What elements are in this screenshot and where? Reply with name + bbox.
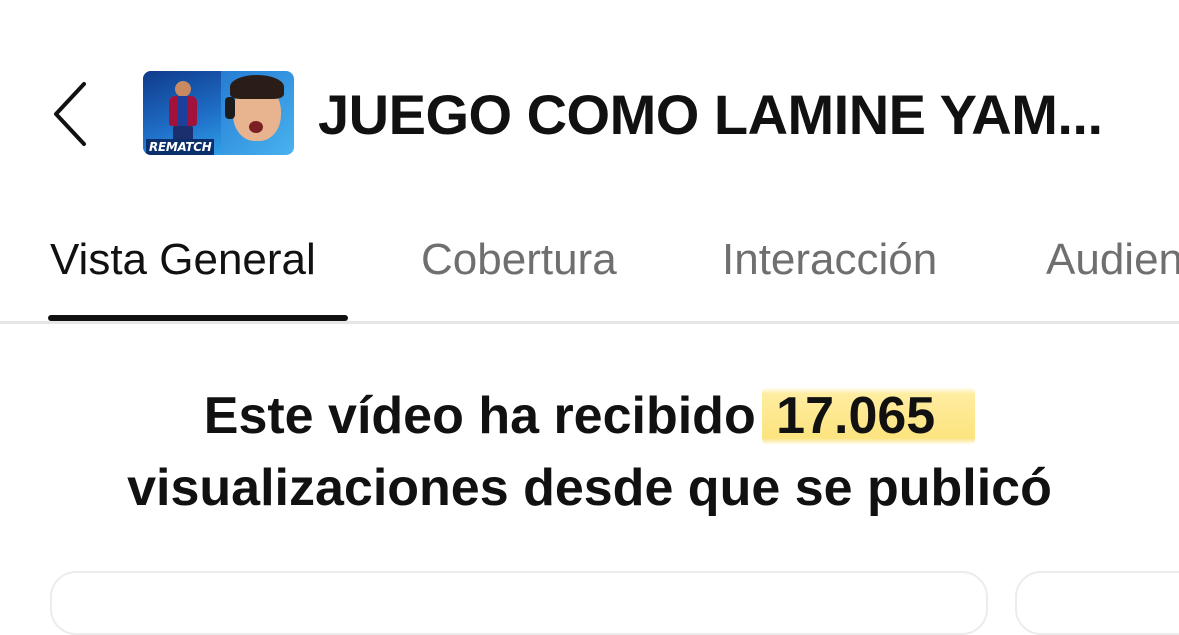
back-button[interactable] xyxy=(40,78,100,150)
thumbnail-logo-label: REMATCH xyxy=(146,139,215,155)
thumbnail-face-hair xyxy=(230,75,284,99)
video-title: JUEGO COMO LAMINE YAM... xyxy=(318,83,1103,146)
tab-bar: Vista General Cobertura Interacción Audi… xyxy=(0,200,1179,324)
tab-interaccion[interactable]: Interacción xyxy=(722,230,937,290)
summary-line-1: Este vídeo ha recibido 17.065 xyxy=(0,380,1179,452)
stats-card-next xyxy=(1015,571,1179,635)
thumbnail-player-head xyxy=(175,81,191,97)
headphones-icon xyxy=(225,97,235,119)
tab-vista-general[interactable]: Vista General xyxy=(50,230,316,290)
thumbnail-face-mouth xyxy=(249,121,263,133)
summary-prefix: Este vídeo ha recibido xyxy=(203,387,756,445)
tab-audiencia[interactable]: Audien xyxy=(1046,230,1179,290)
tab-divider xyxy=(0,321,1179,324)
video-thumbnail[interactable]: REMATCH xyxy=(143,71,294,155)
views-summary: Este vídeo ha recibido 17.065 visualizac… xyxy=(0,380,1179,524)
thumbnail-creator-face xyxy=(225,73,291,155)
summary-suffix: visualizaciones desde que se publicó xyxy=(127,459,1052,517)
chevron-left-icon xyxy=(54,82,86,146)
thumbnail-player-jersey xyxy=(169,96,197,126)
stats-card xyxy=(50,571,988,635)
top-bar: REMATCH JUEGO COMO LAMINE YAM... xyxy=(0,0,1179,200)
views-count: 17.065 xyxy=(762,387,976,445)
tab-cobertura[interactable]: Cobertura xyxy=(421,230,617,290)
